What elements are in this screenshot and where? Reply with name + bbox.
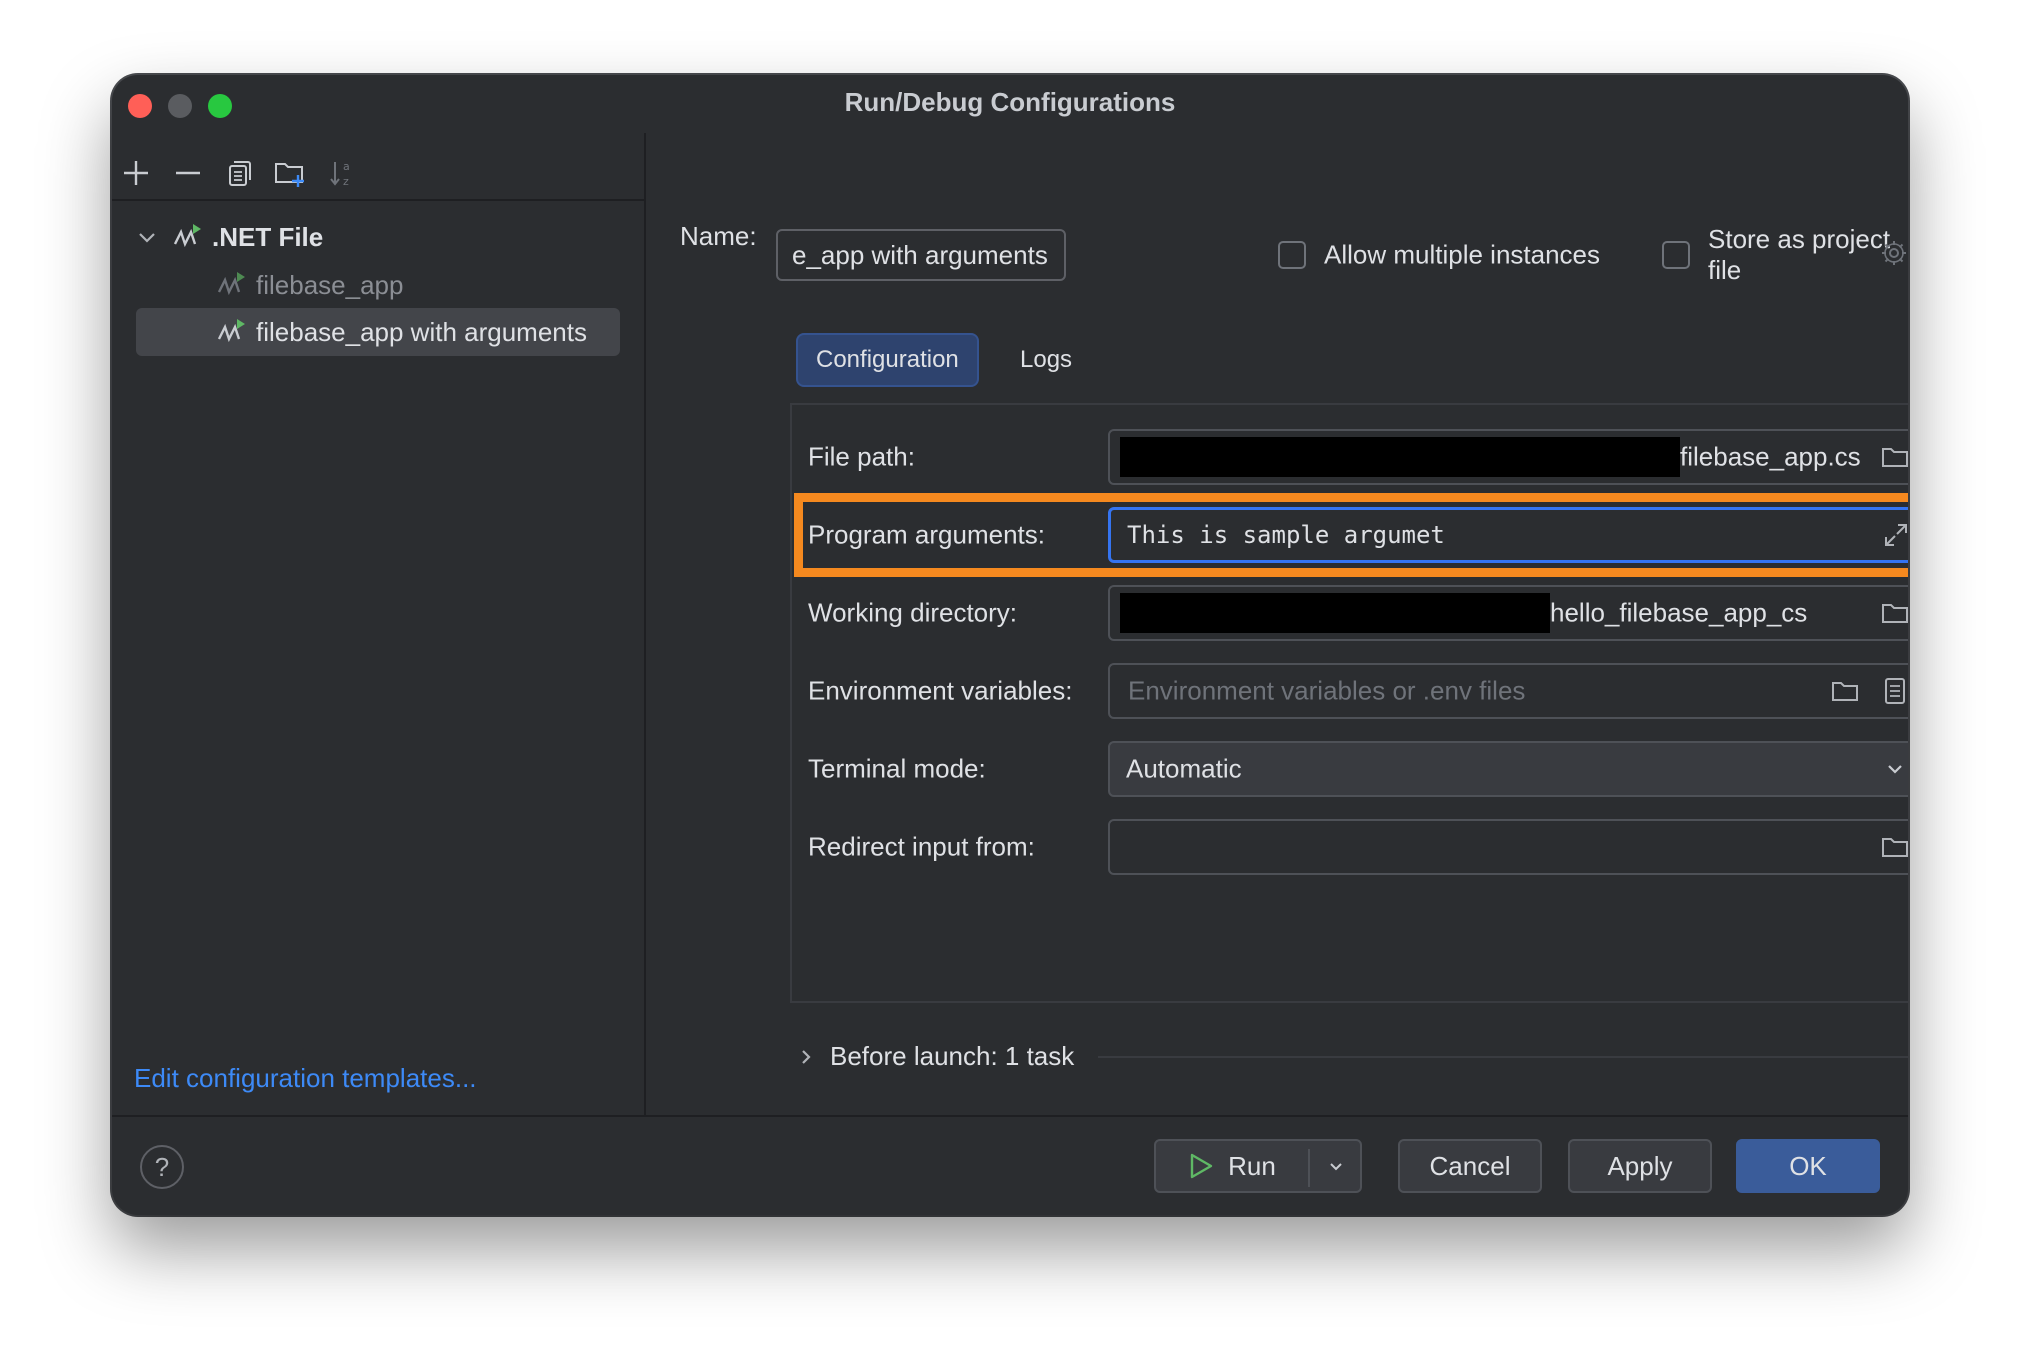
terminal-mode-row: Terminal mode: Automatic [792, 741, 1908, 797]
window-title: Run/Debug Configurations [844, 87, 1176, 117]
name-input-value: е_app with arguments [792, 239, 1048, 270]
help-icon: ? [154, 1151, 170, 1182]
sort-icon[interactable]: az [324, 155, 360, 191]
tab-configuration-label: Configuration [816, 346, 959, 373]
file-path-field[interactable]: filebase_app.cs [1108, 429, 1908, 485]
terminal-mode-label: Terminal mode: [808, 753, 986, 784]
configuration-panel: File path: filebase_app.cs Program argum… [790, 403, 1908, 1003]
folder-icon[interactable] [1880, 832, 1908, 862]
redacted-path [1120, 437, 1680, 477]
program-arguments-field[interactable]: This is sample argumet [1108, 507, 1908, 563]
apply-button[interactable]: Apply [1568, 1139, 1712, 1193]
tree-group-label: .NET File [212, 221, 324, 252]
store-as-project-file-checkbox[interactable] [1662, 241, 1690, 269]
cancel-label: Cancel [1429, 1150, 1511, 1181]
chevron-down-icon [1330, 1163, 1342, 1171]
dotnet-run-icon [217, 319, 245, 343]
redirect-input-row: Redirect input from: [792, 819, 1908, 875]
working-directory-value: hello_filebase_app_cs [1550, 597, 1808, 628]
gear-icon[interactable] [1880, 239, 1908, 269]
redacted-path [1120, 593, 1550, 633]
file-path-value: filebase_app.cs [1680, 441, 1861, 472]
remove-icon[interactable] [170, 155, 206, 191]
expand-icon[interactable] [1881, 520, 1908, 550]
file-path-row: File path: filebase_app.cs [792, 429, 1908, 485]
before-launch-section[interactable]: Before launch: 1 task [796, 1041, 1074, 1072]
ok-button[interactable]: OK [1736, 1139, 1880, 1193]
tab-configuration[interactable]: Configuration [796, 333, 979, 387]
program-arguments-label: Program arguments: [808, 519, 1045, 550]
tree-item-filebase-app[interactable]: filebase_app [216, 261, 616, 309]
run-main-button[interactable]: Run [1156, 1141, 1308, 1191]
program-arguments-row: Program arguments: This is sample argume… [792, 507, 1908, 563]
working-directory-label: Working directory: [808, 597, 1018, 628]
redirect-input-label: Redirect input from: [808, 831, 1035, 862]
before-launch-label: Before launch: 1 task [830, 1041, 1075, 1071]
cancel-button[interactable]: Cancel [1398, 1139, 1542, 1193]
name-label: Name: [680, 221, 757, 251]
allow-multiple-instances-checkbox[interactable] [1278, 241, 1306, 269]
configurations-sidebar: az .NET File filebase_app filebase_app w… [112, 133, 646, 1115]
redirect-input-field[interactable] [1108, 819, 1908, 875]
add-icon[interactable] [118, 155, 154, 191]
title-bar: Run/Debug Configurations [112, 75, 1908, 133]
run-button[interactable]: Run [1154, 1139, 1362, 1193]
run-debug-configurations-dialog: Run/Debug Configurations az .NET File fi… [112, 75, 1908, 1215]
tab-logs-label: Logs [1020, 346, 1073, 373]
help-button[interactable]: ? [140, 1145, 184, 1189]
tree-item-filebase-app-with-arguments[interactable]: filebase_app with arguments [136, 308, 620, 356]
tab-logs[interactable]: Logs [1002, 333, 1090, 387]
store-as-project-file-label: Store as project file [1708, 224, 1891, 285]
chevron-down-icon[interactable] [1880, 754, 1908, 784]
working-directory-row: Working directory: hello_filebase_app_cs [792, 585, 1908, 641]
program-arguments-value: This is sample argumet [1127, 521, 1445, 549]
new-folder-icon[interactable] [272, 155, 308, 191]
working-directory-field[interactable]: hello_filebase_app_cs [1108, 585, 1908, 641]
terminal-mode-value: Automatic [1126, 753, 1242, 784]
run-dropdown-button[interactable] [1310, 1141, 1362, 1191]
svg-text:z: z [343, 175, 349, 188]
environment-variables-placeholder: Environment variables or .env files [1128, 675, 1526, 706]
environment-variables-row: Environment variables: Environment varia… [792, 663, 1908, 719]
configuration-editor: Name: е_app with arguments Allow multipl… [646, 133, 1908, 1115]
run-label: Run [1228, 1150, 1276, 1181]
environment-variables-field[interactable]: Environment variables or .env files [1108, 663, 1908, 719]
apply-label: Apply [1607, 1150, 1673, 1181]
edit-configuration-templates-link[interactable]: Edit configuration templates... [134, 1063, 477, 1094]
ok-label: OK [1789, 1150, 1827, 1181]
dialog-button-bar: ? Run Cancel Apply OK [112, 1115, 1908, 1215]
chevron-right-icon[interactable] [796, 1047, 816, 1067]
file-path-label: File path: [808, 441, 915, 472]
dotnet-run-icon [173, 224, 201, 248]
toolbar-divider [112, 199, 644, 201]
edit-list-icon[interactable] [1880, 676, 1908, 706]
folder-icon[interactable] [1880, 598, 1908, 628]
run-icon [1190, 1153, 1213, 1179]
dotnet-run-icon [217, 272, 245, 296]
allow-multiple-instances-label: Allow multiple instances [1324, 239, 1601, 270]
tree-item-label: filebase_app [256, 269, 404, 300]
before-launch-divider [1098, 1056, 1908, 1058]
svg-text:a: a [343, 160, 350, 173]
environment-variables-label: Environment variables: [808, 675, 1073, 706]
folder-icon[interactable] [1830, 676, 1860, 706]
folder-icon[interactable] [1880, 442, 1908, 472]
name-input[interactable]: е_app with arguments [776, 229, 1066, 281]
chevron-down-icon[interactable] [136, 226, 158, 248]
copy-icon[interactable] [220, 155, 256, 191]
terminal-mode-select[interactable]: Automatic [1108, 741, 1908, 797]
tree-item-label: filebase_app with arguments [256, 316, 587, 347]
tree-group-dotnet-file[interactable]: .NET File [136, 213, 636, 261]
